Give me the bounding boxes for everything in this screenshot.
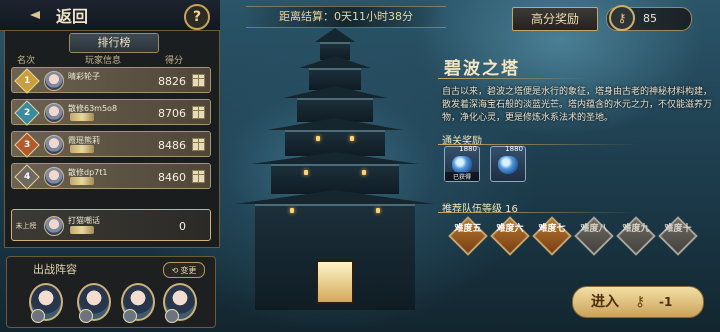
tower-name: 碧波之塔 <box>444 59 520 79</box>
enter-label: 进入 <box>591 294 619 310</box>
back-label: 返回 <box>56 7 89 26</box>
change-label: 变更 <box>180 265 197 275</box>
avatar <box>44 167 64 187</box>
tower-illustration <box>230 20 440 320</box>
difficulty-label: 难度六 <box>496 224 524 234</box>
item-quantity: 1880 <box>459 145 477 153</box>
leaderboard-title: 排行榜 <box>69 33 159 53</box>
item-obtained-tag: 已获得 <box>445 172 479 181</box>
rank-badge: 4 <box>14 164 40 190</box>
avatar <box>44 103 64 123</box>
hero-portrait-1[interactable] <box>29 283 63 323</box>
difficulty-label: 难度七 <box>538 224 566 234</box>
difficulty-label: 难度九 <box>622 224 650 234</box>
reward-item[interactable]: 1880 <box>490 145 526 182</box>
avatar <box>44 135 64 155</box>
top-left-header: 返回 ? <box>0 0 220 31</box>
gift-icon[interactable] <box>192 170 205 183</box>
hero-portrait-3[interactable] <box>121 283 155 323</box>
avatar <box>44 71 64 91</box>
avatar <box>44 216 64 236</box>
difficulty-9-button[interactable] <box>616 216 656 256</box>
divider <box>438 212 638 213</box>
high-score-reward-button[interactable]: 高分奖励 <box>512 7 598 31</box>
hero-element-icon <box>165 309 179 323</box>
player-name: 晴彩轮子 <box>68 72 100 81</box>
reward-item[interactable]: 1880 已获得 <box>444 145 480 182</box>
gift-icon[interactable] <box>192 74 205 87</box>
tower-info-panel: 碧波之塔 自古以来，碧波之塔便是水行的象征，塔身由古老的神秘材料构建，散发着深海… <box>438 40 720 332</box>
player-score: 0 <box>179 220 186 233</box>
player-title-badge <box>70 226 94 234</box>
water-gem-icon <box>498 156 518 174</box>
player-score: 8486 <box>158 139 186 152</box>
player-score: 8826 <box>158 75 186 88</box>
player-title-badge <box>70 145 94 153</box>
gift-icon[interactable] <box>192 106 205 119</box>
leaderboard-row[interactable]: 3 霞瑶熊莉 8486 <box>11 131 211 158</box>
difficulty-7-button[interactable] <box>532 216 572 256</box>
hero-element-icon <box>31 309 45 323</box>
enter-cost: -1 <box>659 295 673 309</box>
hero-portrait-2[interactable] <box>77 283 111 323</box>
back-button[interactable]: 返回 <box>30 3 88 27</box>
difficulty-10-button[interactable] <box>658 216 698 256</box>
difficulty-label: 难度五 <box>454 224 482 234</box>
back-arrow-icon <box>30 8 50 22</box>
key-icon: ⚷ <box>609 5 635 31</box>
col-player-header: 玩家信息 <box>85 56 122 66</box>
rank-badge: 3 <box>14 132 40 158</box>
difficulty-8-button[interactable] <box>574 216 614 256</box>
leaderboard-panel: 排行榜 名次 玩家信息 得分 1 晴彩轮子 8826 2 散修63m5o8 87… <box>4 30 220 248</box>
player-title-badge <box>70 113 94 121</box>
settlement-timer: 距离结算：0天11小时38分 <box>246 6 446 28</box>
col-score-header: 得分 <box>165 56 184 66</box>
difficulty-6-button[interactable] <box>490 216 530 256</box>
help-button[interactable]: ? <box>184 4 210 30</box>
difficulty-label: 难度八 <box>580 224 608 234</box>
difficulty-5-button[interactable] <box>448 216 488 256</box>
battle-lineup-panel: 出战阵容 ⟲ 变更 <box>6 256 216 328</box>
player-score: 8706 <box>158 107 186 120</box>
enter-button[interactable]: 进入 ⚷ -1 <box>572 286 704 318</box>
hero-element-icon <box>123 309 137 323</box>
key-count: 85 <box>643 12 657 25</box>
key-counter: ⚷ 85 <box>606 5 692 31</box>
key-icon: ⚷ <box>635 294 646 310</box>
player-title-badge <box>70 177 94 185</box>
leaderboard-row[interactable]: 2 散修63m5o8 8706 <box>11 99 211 126</box>
player-name: 打猫嘲话 <box>68 216 100 225</box>
tower-description: 自古以来，碧波之塔便是水行的象征，塔身由古老的神秘材料构建，散发着深海宝石般的淡… <box>442 87 713 123</box>
leaderboard-row[interactable]: 1 晴彩轮子 8826 <box>11 67 211 94</box>
rank-badge: 2 <box>14 100 40 126</box>
player-score: 8460 <box>158 171 186 184</box>
swap-icon: ⟲ <box>171 265 179 275</box>
my-rank-row: 未上榜 打猫嘲话 0 <box>11 209 211 241</box>
leaderboard-row[interactable]: 4 散修dp7t1 8460 <box>11 163 211 190</box>
my-rank: 未上榜 <box>15 222 37 230</box>
tower-gate <box>316 260 354 304</box>
hero-portrait-4[interactable] <box>163 283 197 323</box>
col-rank-header: 名次 <box>17 56 36 66</box>
change-lineup-button[interactable]: ⟲ 变更 <box>163 262 205 278</box>
item-quantity: 1880 <box>505 145 523 153</box>
divider <box>438 78 588 79</box>
difficulty-label: 难度十 <box>664 224 692 234</box>
lineup-title: 出战阵容 <box>33 263 77 276</box>
gift-icon[interactable] <box>192 138 205 151</box>
hero-element-icon <box>79 309 93 323</box>
rank-badge: 1 <box>14 68 40 94</box>
